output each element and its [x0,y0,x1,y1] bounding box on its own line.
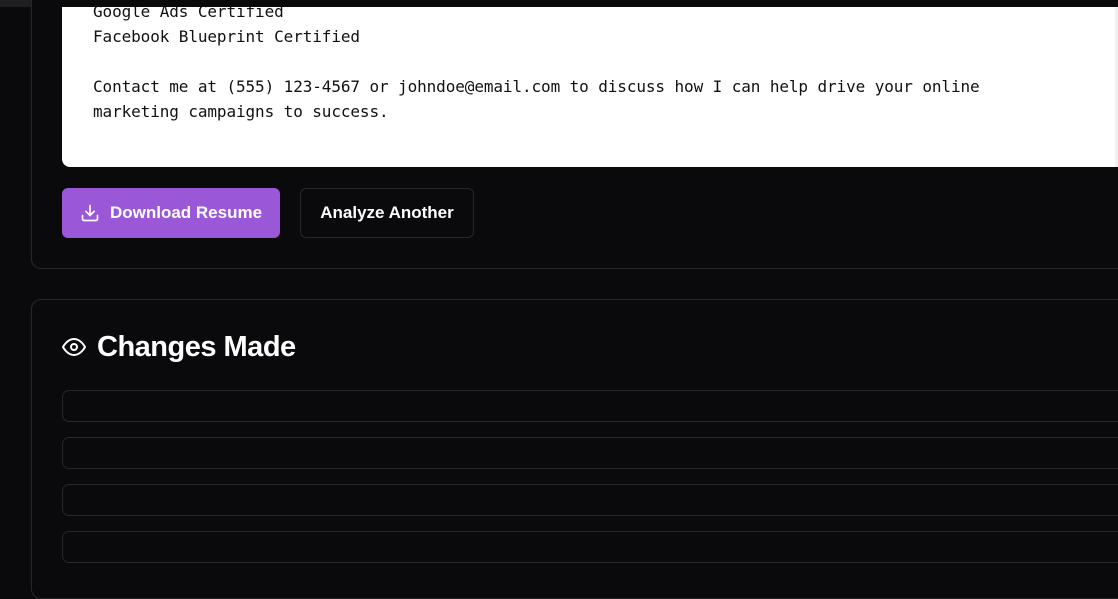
change-item-2[interactable] [62,437,1118,469]
resume-line-1: Google Ads Certified [93,7,284,21]
resume-text: Google Ads Certified Facebook Blueprint … [93,7,980,124]
resume-line-5: marketing campaigns to success. [93,102,389,121]
analyze-another-label: Analyze Another [320,203,454,222]
eye-icon [62,338,86,356]
resume-line-4: Contact me at (555) 123-4567 or johndoe@… [93,77,980,96]
change-item-3[interactable] [62,484,1118,516]
change-item-4[interactable] [62,531,1118,563]
change-item-1[interactable] [62,390,1118,422]
changes-made-heading: Changes Made [62,329,296,365]
download-icon [81,204,99,222]
changes-made-title: Changes Made [97,330,296,363]
download-resume-button[interactable]: Download Resume [62,188,280,238]
resume-line-2: Facebook Blueprint Certified [93,27,360,46]
optimized-resume-textarea[interactable]: Google Ads Certified Facebook Blueprint … [62,7,1118,167]
analyze-another-button[interactable]: Analyze Another [300,188,474,238]
download-resume-label: Download Resume [109,203,263,222]
